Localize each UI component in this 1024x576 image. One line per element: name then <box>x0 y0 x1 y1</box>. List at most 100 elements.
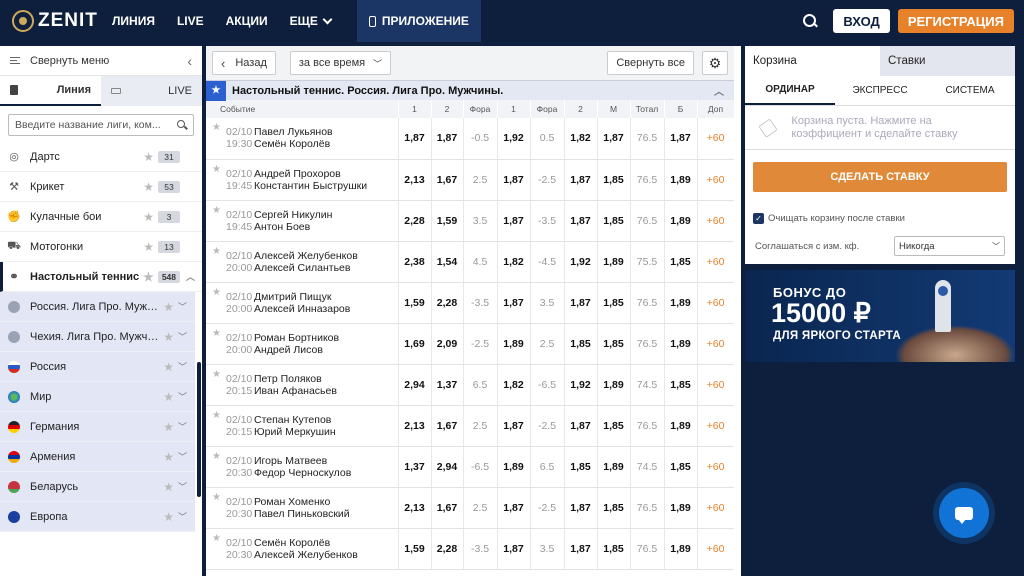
event-cell[interactable]: ★ 02/10 Степан Кутепов 20:15 Юрий Меркушин <box>206 405 399 447</box>
odds-win2[interactable]: 1,67 <box>431 405 464 447</box>
odds-handicap2[interactable]: 1,87 <box>564 282 598 324</box>
odds-handicap1[interactable]: 1,87 <box>497 282 531 324</box>
star-icon[interactable]: ★ <box>163 450 174 464</box>
star-icon[interactable]: ★ <box>143 180 154 194</box>
chevron-down-icon[interactable]: ﹀ <box>178 510 187 523</box>
odds-handicap2[interactable]: 1,92 <box>564 241 598 283</box>
star-icon[interactable]: ★ <box>212 492 221 503</box>
odds-over[interactable]: 1,89 <box>664 323 698 365</box>
odds-handicap2[interactable]: 1,87 <box>564 159 598 201</box>
event-cell[interactable]: ★ 02/10 Павел Лукьянов 19:30 Семён Королёв <box>206 118 399 160</box>
odds-win1[interactable]: 2,94 <box>398 364 432 406</box>
odds-win1[interactable]: 2,13 <box>398 487 432 529</box>
events-scrollbar[interactable] <box>734 46 741 576</box>
extra-markets-link[interactable]: +60 <box>697 528 735 570</box>
tab-live[interactable]: LIVE <box>101 76 202 106</box>
odds-under[interactable]: 1,85 <box>597 159 631 201</box>
event-cell[interactable]: ★ 02/10 Петр Поляков 20:15 Иван Афанасьев <box>206 364 399 406</box>
tab-system[interactable]: СИСТЕМА <box>925 76 1015 105</box>
star-icon[interactable]: ★ <box>212 122 221 133</box>
odds-win2[interactable]: 2,94 <box>431 446 464 488</box>
gear-icon[interactable]: ⚙ <box>702 51 728 75</box>
odds-win1[interactable]: 2,13 <box>398 405 432 447</box>
tab-line[interactable]: Линия <box>0 76 101 106</box>
search-icon[interactable] <box>177 120 187 130</box>
event-cell[interactable]: ★ 02/10 Дмитрий Пищук 20:00 Алексей Инназаро… <box>206 282 399 324</box>
clear-basket-option[interactable]: ✓ Очищать корзину после ставки <box>745 204 1015 232</box>
collapse-all-button[interactable]: Свернуть все <box>607 51 694 75</box>
extra-markets-link[interactable]: +60 <box>697 446 735 488</box>
tab-single[interactable]: ОРДИНАР <box>745 76 835 105</box>
star-icon[interactable]: ★ <box>143 210 154 224</box>
nav-more[interactable]: ЕЩЕ <box>290 14 333 28</box>
extra-markets-link[interactable]: +60 <box>697 241 735 283</box>
odds-under[interactable]: 1,85 <box>597 405 631 447</box>
extra-markets-link[interactable]: +60 <box>697 323 735 365</box>
odds-win2[interactable]: 1,67 <box>431 487 464 529</box>
odds-win1[interactable]: 2,13 <box>398 159 432 201</box>
event-cell[interactable]: ★ 02/10 Роман Хоменко 20:30 Павел Пиньковски… <box>206 487 399 529</box>
back-button[interactable]: ‹ Назад <box>212 51 276 75</box>
chevron-down-icon[interactable]: ﹀ <box>178 420 187 433</box>
chevron-up-icon[interactable]: ︿ <box>714 83 724 98</box>
search-icon[interactable] <box>803 14 817 28</box>
odds-handicap2[interactable]: 1,87 <box>564 200 598 242</box>
odds-handicap2[interactable]: 1,87 <box>564 487 598 529</box>
event-cell[interactable]: ★ 02/10 Сергей Никулин 19:45 Антон Боев <box>206 200 399 242</box>
period-select[interactable]: за все время ﹀ <box>289 51 392 75</box>
league-item[interactable]: Мир ★ ﹀ <box>0 382 195 412</box>
odds-handicap2[interactable]: 1,92 <box>564 364 598 406</box>
chevron-down-icon[interactable]: ﹀ <box>178 360 187 373</box>
odds-handicap2[interactable]: 1,85 <box>564 446 598 488</box>
odds-win2[interactable]: 2,28 <box>431 528 464 570</box>
extra-markets-link[interactable]: +60 <box>697 364 735 406</box>
odds-win2[interactable]: 1,67 <box>431 159 464 201</box>
nav-line[interactable]: ЛИНИЯ <box>112 14 155 28</box>
chevron-down-icon[interactable]: ﹀ <box>178 450 187 463</box>
odds-handicap1[interactable]: 1,89 <box>497 446 531 488</box>
odds-under[interactable]: 1,89 <box>597 446 631 488</box>
league-header[interactable]: ★ Настольный теннис. Россия. Лига Про. М… <box>206 80 734 101</box>
collapse-menu[interactable]: Свернуть меню ‹ <box>0 46 202 76</box>
event-cell[interactable]: ★ 02/10 Игорь Матвеев 20:30 Федор Черноскуло… <box>206 446 399 488</box>
odds-win2[interactable]: 1,54 <box>431 241 464 283</box>
nav-promotions[interactable]: АКЦИИ <box>226 14 268 28</box>
star-icon[interactable]: ★ <box>163 300 174 314</box>
odds-handicap2[interactable]: 1,87 <box>564 528 598 570</box>
agree-select[interactable]: Никогда ﹀ <box>894 236 1005 256</box>
odds-over[interactable]: 1,85 <box>664 446 698 488</box>
odds-win2[interactable]: 1,37 <box>431 364 464 406</box>
login-button[interactable]: ВХОД <box>833 9 890 33</box>
odds-win2[interactable]: 1,59 <box>431 200 464 242</box>
sidebar-item-fighting[interactable]: ✊ Кулачные бои ★ 3 <box>0 202 202 232</box>
league-item[interactable]: Германия ★ ﹀ <box>0 412 195 442</box>
odds-under[interactable]: 1,89 <box>597 241 631 283</box>
odds-over[interactable]: 1,89 <box>664 282 698 324</box>
tab-basket[interactable]: Корзина <box>745 46 880 76</box>
odds-over[interactable]: 1,89 <box>664 528 698 570</box>
tab-bets[interactable]: Ставки <box>880 46 1015 76</box>
star-icon[interactable]: ★ <box>163 330 174 344</box>
odds-handicap1[interactable]: 1,87 <box>497 159 531 201</box>
odds-under[interactable]: 1,85 <box>597 282 631 324</box>
star-icon[interactable]: ★ <box>143 270 154 284</box>
event-cell[interactable]: ★ 02/10 Роман Бортников 20:00 Андрей Лисов <box>206 323 399 365</box>
odds-over[interactable]: 1,89 <box>664 159 698 201</box>
league-search-input[interactable] <box>15 119 177 131</box>
odds-handicap1[interactable]: 1,87 <box>497 200 531 242</box>
star-icon[interactable]: ★ <box>163 480 174 494</box>
odds-under[interactable]: 1,87 <box>597 118 631 160</box>
odds-win1[interactable]: 2,38 <box>398 241 432 283</box>
odds-win1[interactable]: 1,37 <box>398 446 432 488</box>
star-icon[interactable]: ★ <box>163 360 174 374</box>
sidebar-item-darts[interactable]: ◎ Дартс ★ 31 <box>0 142 202 172</box>
odds-under[interactable]: 1,85 <box>597 487 631 529</box>
event-cell[interactable]: ★ 02/10 Семён Королёв 20:30 Алексей Желубенк… <box>206 528 399 570</box>
star-icon[interactable]: ★ <box>212 246 221 257</box>
star-icon[interactable]: ★ <box>143 240 154 254</box>
sidebar-item-moto[interactable]: ⛟ Мотогонки ★ 13 <box>0 232 202 262</box>
chevron-down-icon[interactable]: ﹀ <box>178 300 187 313</box>
extra-markets-link[interactable]: +60 <box>697 282 735 324</box>
odds-over[interactable]: 1,85 <box>664 241 698 283</box>
odds-win2[interactable]: 2,28 <box>431 282 464 324</box>
